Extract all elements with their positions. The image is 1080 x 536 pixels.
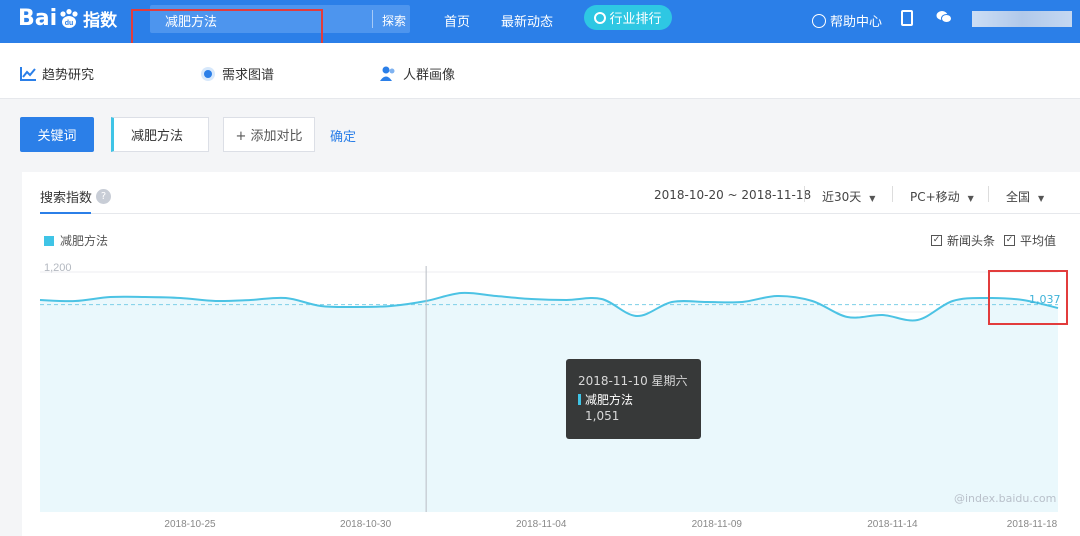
nav-home[interactable]: 首页: [444, 11, 470, 30]
paw-icon: du: [58, 8, 80, 30]
rank-icon: [594, 11, 607, 24]
help-center-link[interactable]: 帮助中心: [812, 11, 882, 30]
tab-crowd-portrait[interactable]: 人群画像: [380, 64, 455, 83]
tab-trend-research[interactable]: 趋势研究: [20, 64, 94, 83]
logo-du: du: [65, 20, 74, 27]
logo-cn: 指数: [83, 11, 118, 31]
confirm-link[interactable]: 确定: [330, 126, 356, 145]
tooltip-date: 2018-11-10 星期六: [578, 374, 688, 388]
keyword-input[interactable]: 减肥方法: [111, 117, 209, 152]
x-tick-label: 2018-11-14: [867, 519, 918, 530]
y-tick-label: 1,200: [44, 262, 72, 274]
x-tick-label: 2018-11-18: [1007, 519, 1058, 530]
tooltip-value: 1,051: [585, 409, 620, 423]
help-chat-icon: [812, 13, 826, 28]
keyword-button[interactable]: 关键词: [20, 117, 94, 152]
tab-demand-map-label: 需求图谱: [222, 68, 275, 83]
search-index-card: 搜索指数 ? 2018-10-20 ~ 2018-11-18 近30天 ▼ PC+…: [22, 172, 1080, 536]
user-account[interactable]: [972, 11, 1072, 27]
sub-navigation: 趋势研究 需求图谱 人群画像: [0, 43, 1080, 99]
tooltip-series-marker: [578, 394, 581, 405]
logo-text: Bai: [18, 6, 58, 31]
x-tick-label: 2018-11-04: [516, 519, 567, 530]
search-divider: [372, 10, 373, 28]
tab-demand-map[interactable]: 需求图谱: [200, 64, 274, 83]
chart-tooltip: 2018-11-10 星期六 减肥方法 1,051: [566, 359, 701, 439]
nav-latest-news[interactable]: 最新动态: [501, 11, 553, 30]
search-button[interactable]: 探索: [382, 12, 406, 29]
trend-chart-icon: [20, 66, 36, 81]
search-index-chart[interactable]: 2004006008001,0001,2002018-10-252018-10-…: [22, 172, 1080, 536]
wechat-icon[interactable]: [936, 10, 952, 24]
people-icon: [380, 66, 395, 81]
tab-trend-research-label: 趋势研究: [42, 68, 95, 83]
x-tick-label: 2018-10-30: [340, 519, 392, 530]
x-tick-label: 2018-10-25: [164, 519, 216, 530]
area-fill: [40, 292, 1058, 512]
mobile-icon[interactable]: [901, 10, 913, 26]
help-center-label: 帮助中心: [830, 15, 883, 30]
industry-rank-button[interactable]: 行业排行: [584, 5, 672, 30]
radar-icon: [201, 66, 215, 81]
industry-rank-label: 行业排行: [609, 12, 662, 27]
add-compare-button[interactable]: + 添加对比: [223, 117, 315, 152]
highlight-box-value: [988, 270, 1068, 325]
x-tick-label: 2018-11-09: [692, 519, 743, 530]
tooltip-series-name: 减肥方法: [585, 393, 634, 407]
watermark: @index.baidu.com: [954, 492, 1057, 505]
tab-crowd-portrait-label: 人群画像: [403, 68, 456, 83]
baidu-index-logo[interactable]: Bai du 指数: [18, 6, 117, 31]
